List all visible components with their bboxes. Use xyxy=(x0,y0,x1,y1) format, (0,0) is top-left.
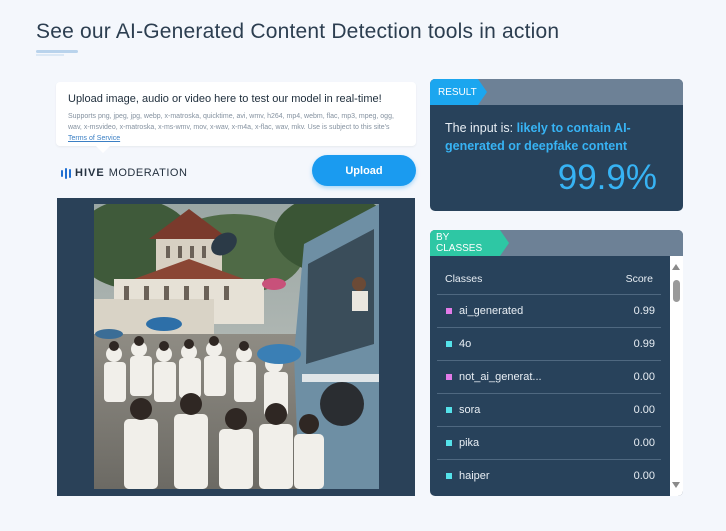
class-score: 0.99 xyxy=(633,338,655,350)
brand-name-rest: MODERATION xyxy=(108,167,188,179)
result-score: 99.9% xyxy=(557,158,657,197)
class-score: 0.00 xyxy=(633,371,655,383)
table-row: sora 0.00 xyxy=(437,393,661,426)
upload-button[interactable]: Upload xyxy=(312,155,416,186)
terms-of-service-link[interactable]: Terms of Service xyxy=(68,135,120,142)
result-tag: RESULT xyxy=(430,79,478,105)
classes-tag-arrow xyxy=(500,230,509,256)
brand-name-bold: HIVE xyxy=(75,167,105,179)
class-color-swatch xyxy=(446,341,452,347)
uploaded-image xyxy=(94,204,379,489)
classes-tag: BY CLASSES xyxy=(430,230,500,256)
upload-headline: Upload image, audio or video here to tes… xyxy=(68,93,382,105)
table-row: not_ai_generat... 0.00 xyxy=(437,360,661,393)
media-preview xyxy=(57,198,415,496)
class-score: 0.00 xyxy=(633,404,655,416)
upload-instructions-card: Upload image, audio or video here to tes… xyxy=(56,82,416,153)
class-name: pika xyxy=(459,437,480,449)
hive-moderation-logo: HIVE MODERATION xyxy=(61,167,187,179)
result-prefix: The input is: xyxy=(445,121,514,135)
class-color-swatch xyxy=(446,308,452,314)
scroll-thumb[interactable] xyxy=(673,280,680,302)
result-header: RESULT xyxy=(430,79,683,105)
classes-scrollbar[interactable] xyxy=(670,256,683,496)
column-header-classes: Classes xyxy=(445,273,483,285)
class-color-swatch xyxy=(446,440,452,446)
table-row: pika 0.00 xyxy=(437,426,661,459)
class-name: ai_generated xyxy=(459,305,524,317)
class-name: haiper xyxy=(459,470,490,482)
title-underline xyxy=(36,50,78,53)
supported-formats-text: Supports png, jpeg, jpg, webp, x-matrosk… xyxy=(68,111,404,144)
scroll-up-arrow-icon[interactable] xyxy=(672,264,680,270)
title-underline-secondary xyxy=(36,54,64,56)
formats-list: Supports png, jpeg, jpg, webp, x-matrosk… xyxy=(68,113,394,131)
class-score: 0.00 xyxy=(633,437,655,449)
page-title: See our AI-Generated Content Detection t… xyxy=(36,20,560,43)
class-score: 0.99 xyxy=(633,305,655,317)
scroll-down-arrow-icon[interactable] xyxy=(672,482,680,488)
class-name: sora xyxy=(459,404,481,416)
column-header-score: Score xyxy=(625,273,653,285)
class-color-swatch xyxy=(446,407,452,413)
classes-panel: BY CLASSES Classes Score ai_generated 0.… xyxy=(430,230,683,496)
class-score: 0.00 xyxy=(633,470,655,482)
table-row: haiper 0.00 xyxy=(437,459,661,492)
table-row: ai_generated 0.99 xyxy=(437,294,661,327)
result-statement: The input is: likely to contain AI-gener… xyxy=(445,119,670,155)
result-panel: RESULT The input is: likely to contain A… xyxy=(430,79,683,211)
table-row: 4o 0.99 xyxy=(437,327,661,360)
class-name: not_ai_generat... xyxy=(459,371,542,383)
result-tag-arrow xyxy=(478,79,487,105)
hive-logo-icon xyxy=(61,167,71,179)
class-color-swatch xyxy=(446,473,452,479)
class-name: 4o xyxy=(459,338,472,350)
classes-header: BY CLASSES xyxy=(430,230,683,256)
classes-table-header: Classes Score xyxy=(430,256,670,294)
class-color-swatch xyxy=(446,374,452,380)
uploaded-image-illustration xyxy=(94,204,379,489)
